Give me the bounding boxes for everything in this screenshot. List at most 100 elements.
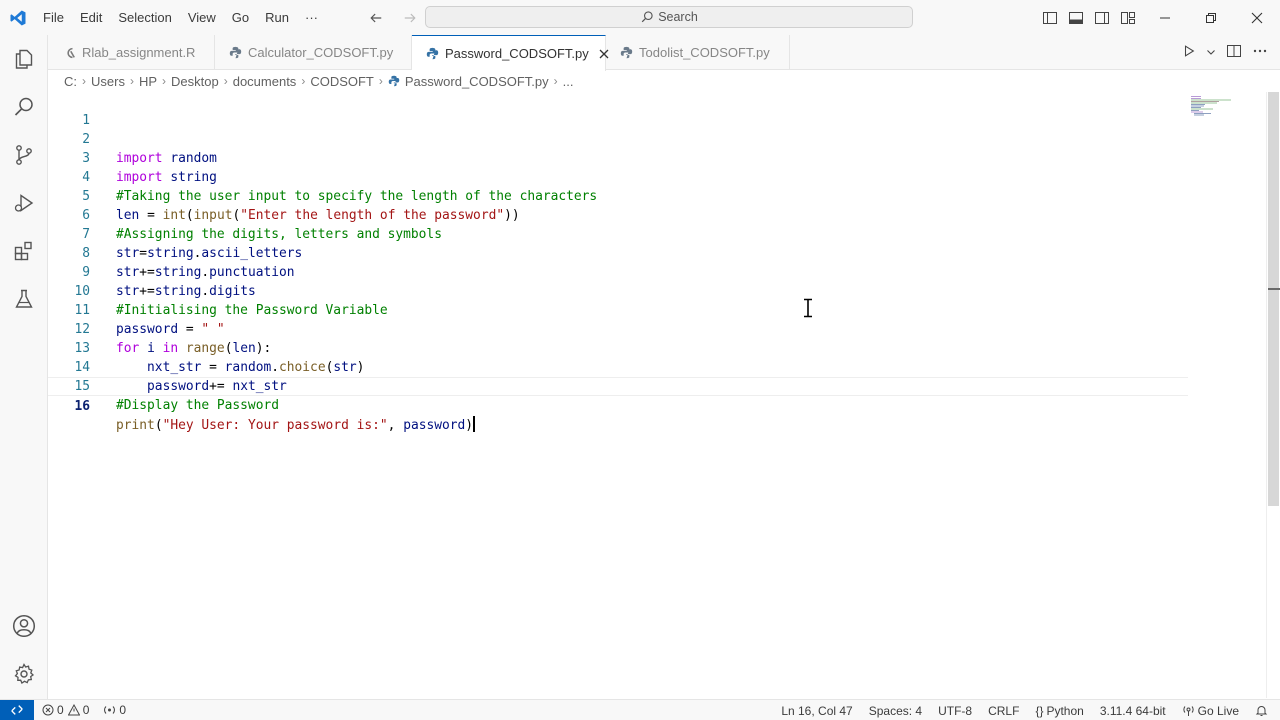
minimap[interactable] [1191, 94, 1235, 116]
identifier: password [403, 418, 466, 433]
error-icon [42, 704, 54, 716]
breadcrumb-file[interactable]: Password_CODSOFT.py [405, 74, 549, 89]
navigation-arrows [366, 0, 420, 35]
python-interpreter[interactable]: 3.11.4 64-bit [1100, 704, 1166, 718]
breadcrumb-documents[interactable]: documents [233, 74, 297, 89]
problems-indicator[interactable]: 0 0 0 [34, 703, 126, 717]
minimize-icon[interactable] [1142, 0, 1188, 35]
more-actions-icon[interactable] [1252, 43, 1268, 62]
go-live-button[interactable]: Go Live [1182, 704, 1239, 718]
notifications-bell-icon[interactable] [1255, 704, 1268, 717]
tab-todolist[interactable]: Todolist_CODSOFT.py [606, 35, 790, 70]
layout-controls [1040, 0, 1138, 35]
menu-more[interactable]: ··· [297, 0, 326, 35]
scrollbar-cursor-marker [1268, 288, 1280, 290]
menu-file[interactable]: File [35, 0, 72, 35]
search-icon[interactable] [0, 83, 48, 131]
vscode-logo-icon [0, 0, 35, 35]
comment: #Display the Password [116, 398, 279, 413]
testing-icon[interactable] [0, 275, 48, 323]
menu-selection[interactable]: Selection [110, 0, 179, 35]
menu-go[interactable]: Go [224, 0, 257, 35]
chevron-right-icon: › [223, 74, 228, 88]
code-line: 12 for i in range(len): [48, 301, 1188, 356]
status-bar: 0 0 0 Ln 16, Col 47 Spaces: 4 UTF-8 CRLF… [0, 699, 1280, 720]
code-line: 10 #Initialising the Password Variable [48, 263, 1188, 318]
ports-count[interactable]: 0 [103, 703, 126, 717]
punctuation: ) [465, 418, 474, 433]
i-beam-cursor-icon [801, 298, 815, 318]
menu-edit[interactable]: Edit [72, 0, 110, 35]
text-caret [473, 416, 476, 432]
python-icon [229, 46, 242, 59]
breadcrumb-hp[interactable]: HP [139, 74, 157, 89]
current-code-line: 16 print("Hey User: Your password is:", … [48, 377, 1188, 433]
code-line: 1 [48, 92, 1188, 128]
back-arrow-icon[interactable] [366, 8, 386, 28]
breadcrumb-drive[interactable]: C: [64, 74, 77, 89]
builtin-function: print [116, 418, 155, 433]
code-line: 4 #Taking the user input to specify the … [48, 149, 1188, 204]
breadcrumb-desktop[interactable]: Desktop [171, 74, 219, 89]
string-literal: "Hey User: Your password is:" [162, 418, 388, 433]
warnings-count: 0 [67, 703, 89, 717]
tab-password-active[interactable]: Password_CODSOFT.py [412, 35, 609, 71]
python-icon [620, 46, 633, 59]
code-editor[interactable]: 1 2 import random 3 import string 4 #Tak… [48, 92, 1266, 698]
chevron-right-icon: › [162, 74, 167, 88]
tab-label: Rlab_assignment.R [82, 45, 196, 60]
code-line: 6 #Assigning the digits, letters and sym… [48, 187, 1188, 242]
tab-label: Todolist_CODSOFT.py [639, 45, 770, 60]
explorer-icon[interactable] [0, 35, 48, 83]
cursor-position[interactable]: Ln 16, Col 47 [781, 704, 852, 718]
restore-icon[interactable] [1188, 0, 1234, 35]
run-and-debug-icon[interactable] [0, 179, 48, 227]
chevron-right-icon: › [129, 74, 134, 88]
warning-icon [67, 704, 80, 716]
tab-rlab-assignment[interactable]: Rlab_assignment.R [48, 35, 215, 70]
toggle-panel-icon[interactable] [1066, 8, 1086, 28]
settings-gear-icon[interactable] [0, 650, 48, 698]
chevron-right-icon: › [378, 74, 383, 88]
split-editor-icon[interactable] [1226, 43, 1242, 62]
breadcrumb-symbols[interactable]: ... [563, 74, 574, 89]
title-bar: File Edit Selection View Go Run ··· Sear… [0, 0, 1280, 35]
menu-view[interactable]: View [180, 0, 224, 35]
toggle-secondary-sidebar-icon[interactable] [1092, 8, 1112, 28]
encoding[interactable]: UTF-8 [938, 704, 972, 718]
tab-calculator[interactable]: Calculator_CODSOFT.py [215, 35, 412, 70]
close-window-icon[interactable] [1234, 0, 1280, 35]
code-line: 14 password+= nxt_str [48, 339, 1188, 394]
breadcrumb-codsoft[interactable]: CODSOFT [310, 74, 374, 89]
source-control-icon[interactable] [0, 131, 48, 179]
run-options-chevron-down-icon[interactable] [1206, 45, 1216, 60]
code-line: 11 password = " " [48, 282, 1188, 337]
search-label: Search [658, 10, 698, 24]
indentation[interactable]: Spaces: 4 [869, 704, 922, 718]
menu-bar: File Edit Selection View Go Run ··· [35, 0, 326, 35]
command-center-search[interactable]: Search [425, 6, 913, 28]
toggle-primary-sidebar-icon[interactable] [1040, 8, 1060, 28]
search-icon [641, 11, 653, 23]
code-line: 8 str+=string.punctuation [48, 225, 1188, 280]
tab-label: Password_CODSOFT.py [445, 46, 589, 61]
menu-run[interactable]: Run [257, 0, 297, 35]
vertical-scrollbar-thumb[interactable] [1268, 92, 1279, 506]
code-line: 7 str=string.ascii_letters [48, 206, 1188, 261]
code-line: 13 nxt_str = random.choice(str) [48, 320, 1188, 375]
customize-layout-icon[interactable] [1118, 8, 1138, 28]
remote-window-icon[interactable] [0, 699, 34, 720]
activity-bar [0, 35, 48, 699]
broadcast-icon [104, 706, 116, 714]
run-python-file-icon[interactable] [1182, 44, 1196, 61]
end-of-line[interactable]: CRLF [988, 704, 1019, 718]
r-file-icon [62, 46, 76, 60]
forward-arrow-icon[interactable] [400, 8, 420, 28]
language-mode[interactable]: {} Python [1035, 704, 1083, 718]
line-number: 16 [74, 399, 90, 414]
accounts-icon[interactable] [0, 602, 48, 650]
tab-label: Calculator_CODSOFT.py [248, 45, 394, 60]
breadcrumb-users[interactable]: Users [91, 74, 125, 89]
code-line: 9 str+=string.digits [48, 244, 1188, 299]
extensions-icon[interactable] [0, 227, 48, 275]
